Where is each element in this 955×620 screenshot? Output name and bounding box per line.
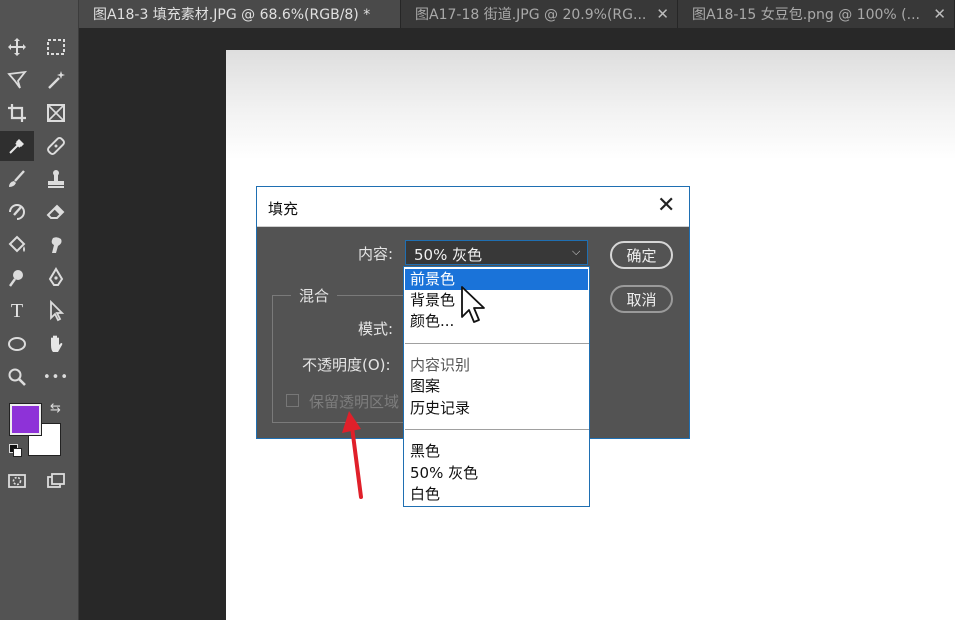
quick-mask-icon[interactable] [0, 466, 34, 496]
zoom-tool-icon[interactable] [0, 362, 34, 392]
ok-button[interactable]: 确定 [610, 241, 673, 269]
more-tools-glyph: ••• [42, 369, 69, 385]
opacity-label: 不透明度(O): [302, 356, 391, 374]
dialog-titlebar[interactable]: 填充 ✕ [257, 187, 689, 227]
option-label: 黑色 [410, 442, 441, 460]
healing-brush-tool-icon[interactable] [39, 131, 73, 161]
tab-close-icon[interactable]: ✕ [933, 5, 946, 23]
tab-street[interactable]: 图A17-18 街道.JPG @ 20.9%(RG... ✕ [401, 0, 678, 28]
content-label: 内容: [358, 245, 394, 263]
content-dropdown-list: 前景色 背景色 颜色... 内容识别 图案 历史记录 黑色 50% 灰色 白色 [403, 266, 590, 507]
tab-label: 图A18-15 女豆包.png @ 100% (... [692, 7, 920, 23]
dodge-tool-icon[interactable] [0, 263, 34, 293]
move-tool-icon[interactable] [0, 32, 34, 62]
tab-fill-material[interactable]: 图A18-3 填充素材.JPG @ 68.6%(RGB/8) * [79, 0, 401, 28]
option-label: 50% 灰色 [410, 464, 479, 482]
dialog-title: 填充 [268, 200, 299, 218]
eraser-tool-icon[interactable] [39, 197, 73, 227]
document-tab-bar: 图A18-3 填充素材.JPG @ 68.6%(RGB/8) * 图A17-18… [79, 0, 955, 28]
history-brush-tool-icon[interactable] [0, 197, 34, 227]
smudge-tool-icon[interactable] [39, 230, 73, 260]
photoshop-window: T ••• ⇆ 图A18-3 填充素材.JPG @ 68.6%(RGB/8) *… [0, 0, 955, 620]
tools-panel: T ••• ⇆ [0, 0, 79, 620]
ok-button-label: 确定 [626, 246, 657, 265]
screen-mode-icon[interactable] [39, 466, 73, 496]
tab-label: 图A17-18 街道.JPG @ 20.9%(RG... [415, 7, 647, 23]
crop-tool-icon[interactable] [0, 98, 34, 128]
tab-close-icon[interactable]: ✕ [656, 5, 669, 23]
default-colors-icon[interactable] [9, 444, 22, 457]
pen-tool-icon[interactable] [39, 263, 73, 293]
brush-tool-icon[interactable] [0, 164, 34, 194]
blend-legend: 混合 [291, 285, 338, 306]
tab-label: 图A18-3 填充素材.JPG @ 68.6%(RGB/8) * [93, 7, 371, 23]
mouse-cursor-icon [461, 286, 485, 323]
dropdown-option-gray[interactable]: 50% 灰色 [405, 463, 588, 484]
dropdown-option-pattern[interactable]: 图案 [405, 376, 588, 397]
tab-doubao[interactable]: 图A18-15 女豆包.png @ 100% (... ✕ [678, 0, 955, 28]
foreground-color-swatch[interactable] [9, 403, 42, 436]
paint-bucket-tool-icon[interactable] [0, 230, 34, 260]
option-label: 颜色... [410, 312, 455, 330]
cancel-button[interactable]: 取消 [610, 285, 673, 313]
close-icon[interactable]: ✕ [657, 193, 675, 218]
hand-tool-icon[interactable] [39, 329, 73, 359]
marquee-tool-icon[interactable] [39, 32, 73, 62]
ellipse-tool-icon[interactable] [0, 329, 34, 359]
option-label: 前景色 [410, 270, 456, 288]
option-label: 图案 [410, 377, 441, 395]
lasso-tool-icon[interactable] [0, 65, 34, 95]
preserve-transparency-checkbox[interactable] [286, 394, 299, 407]
frame-tool-icon[interactable] [39, 98, 73, 128]
chevron-down-icon: ⌵ [572, 245, 581, 258]
dropdown-option-history[interactable]: 历史记录 [405, 398, 588, 419]
dropdown-option-white[interactable]: 白色 [405, 484, 588, 505]
more-tools-icon[interactable]: ••• [39, 362, 73, 392]
annotation-arrow-icon [342, 411, 363, 499]
clone-stamp-tool-icon[interactable] [39, 164, 73, 194]
path-selection-tool-icon[interactable] [39, 296, 73, 326]
dropdown-option-content-aware[interactable]: 内容识别 [405, 355, 588, 376]
content-select[interactable]: 50% 灰色 ⌵ [405, 240, 588, 265]
option-label: 历史记录 [410, 399, 471, 417]
dropdown-option-black[interactable]: 黑色 [405, 441, 588, 462]
dropdown-separator [405, 343, 589, 344]
dropdown-option-color[interactable]: 颜色... [405, 311, 588, 332]
eyedropper-tool-icon[interactable] [0, 131, 34, 161]
dropdown-option-foreground[interactable]: 前景色 [405, 269, 588, 290]
dropdown-option-background[interactable]: 背景色 [405, 290, 588, 311]
cancel-button-label: 取消 [626, 290, 657, 309]
magic-wand-tool-icon[interactable] [39, 65, 73, 95]
option-label: 白色 [410, 485, 441, 503]
option-label: 内容识别 [410, 356, 471, 374]
content-select-value: 50% 灰色 [414, 246, 483, 264]
swap-colors-icon[interactable]: ⇆ [50, 401, 61, 416]
option-label: 背景色 [410, 291, 456, 309]
dropdown-separator [405, 429, 589, 430]
type-tool-glyph: T [10, 299, 24, 322]
mode-label: 模式: [358, 320, 394, 338]
type-tool-icon[interactable]: T [0, 296, 34, 326]
